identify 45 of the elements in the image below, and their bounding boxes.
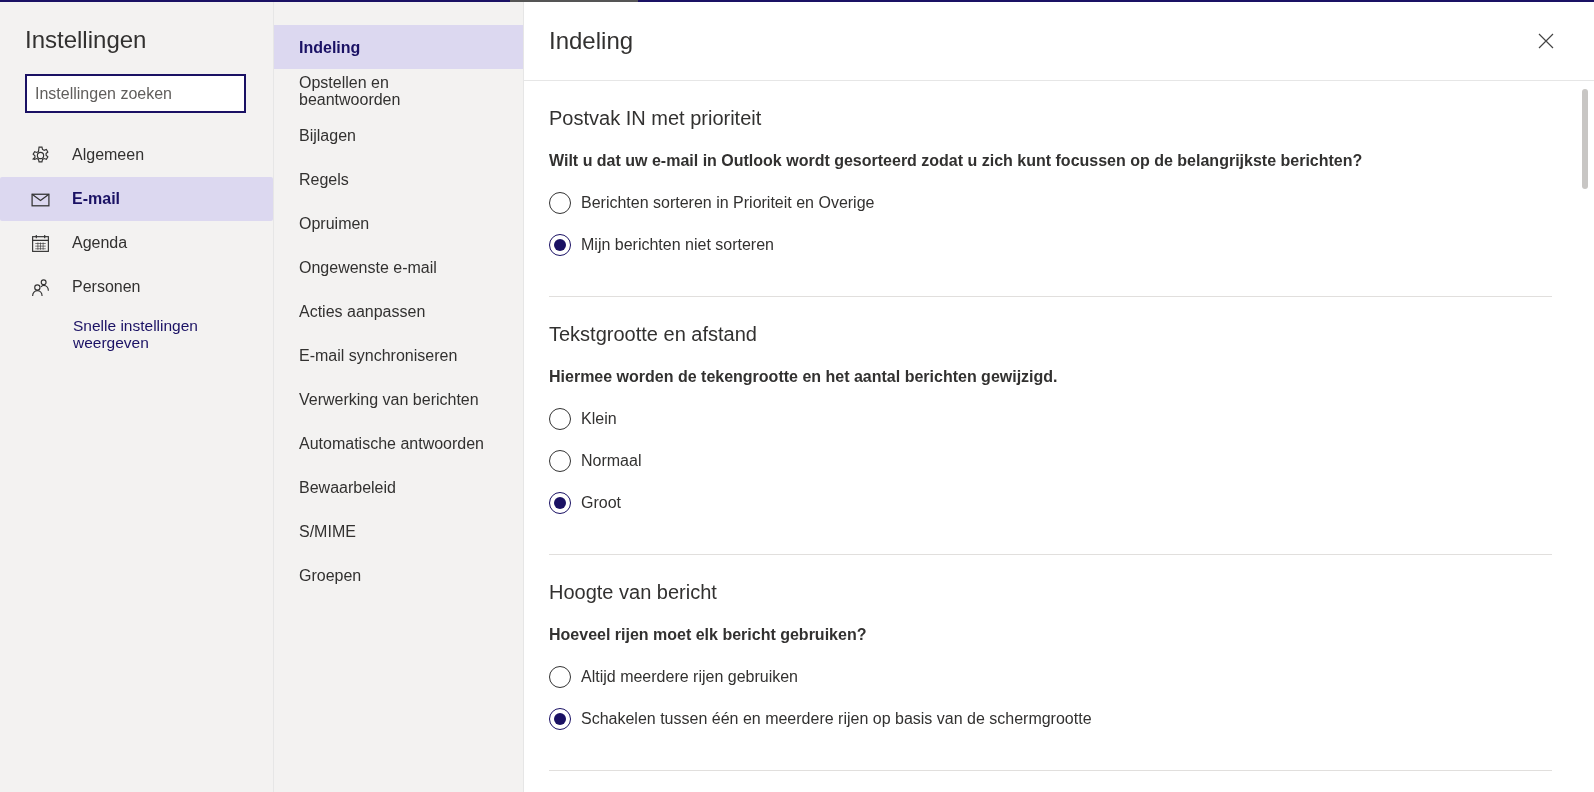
option-label: Groot (581, 494, 621, 512)
option-label: Altijd meerdere rijen gebruiken (581, 668, 798, 686)
settings-title: Instellingen (24, 26, 148, 54)
search-field[interactable]: Instellingen zoeken (25, 74, 246, 113)
section-question: Hiermee worden de tekengrootte en het aantal berichten gewijzigd. (549, 368, 1059, 386)
section-title: Hoogte van bericht (549, 581, 718, 604)
option-label: Normaal (581, 452, 642, 470)
subnav-item[interactable]: Bewaarbeleid (274, 465, 523, 509)
subnav-item[interactable]: Groepen (274, 553, 523, 597)
sidebar-item[interactable]: E-mail (0, 177, 273, 221)
sidebar-item[interactable]: Personen (0, 265, 273, 309)
sidebar-item[interactable]: Algemeen (0, 133, 273, 177)
subnav-item[interactable]: Acties aanpassen (274, 289, 523, 333)
quick-settings-link[interactable]: Snelle instellingen weergeven (0, 317, 273, 351)
radio-button[interactable] (549, 450, 571, 472)
subnav-item[interactable]: E-mail synchroniseren (274, 333, 523, 377)
radio-button[interactable] (549, 234, 571, 256)
section-title: Tekstgrootte en afstand (549, 323, 758, 346)
scrollbar-thumb[interactable] (1582, 89, 1588, 189)
radio-button[interactable] (549, 492, 571, 514)
section-question: Wilt u dat uw e-mail in Outlook wordt gesorteerd zodat u zich kunt focussen op de belangrijkste berichten? (549, 152, 1364, 170)
calendar-icon (30, 232, 51, 254)
subnav-item[interactable]: Automatische antwoorden (274, 421, 523, 465)
subnav-item[interactable]: Bijlagen (274, 113, 523, 157)
option-label: Mijn berichten niet sorteren (581, 236, 774, 254)
radio-button[interactable] (549, 192, 571, 214)
sidebar-item[interactable]: Agenda (0, 221, 273, 265)
close-icon[interactable] (1538, 33, 1554, 49)
subnav-item[interactable]: Opstellen en beantwoorden (274, 69, 523, 113)
option-label: Berichten sorteren in Prioriteit en Overige (581, 194, 875, 212)
option-label: Klein (581, 410, 617, 428)
subnav-item[interactable]: Indeling (274, 25, 523, 69)
radio-button[interactable] (549, 708, 571, 730)
people-icon (30, 276, 51, 298)
subnav-item[interactable]: Ongewenste e-mail (274, 245, 523, 289)
subnav-item[interactable]: Verwerking van berichten (274, 377, 523, 421)
option-label: Schakelen tussen één en meerdere rijen op basis van de schermgrootte (581, 710, 1092, 728)
subnav-item[interactable]: Opruimen (274, 201, 523, 245)
subnav-item[interactable]: S/MIME (274, 509, 523, 553)
radio-button[interactable] (549, 408, 571, 430)
section-title: Postvak IN met prioriteit (549, 107, 763, 130)
radio-button[interactable] (549, 666, 571, 688)
subnav-item[interactable]: Regels (274, 157, 523, 201)
section-question: Hoeveel rijen moet elk bericht gebruiken? (549, 626, 868, 644)
panel-title: Indeling (549, 27, 634, 55)
